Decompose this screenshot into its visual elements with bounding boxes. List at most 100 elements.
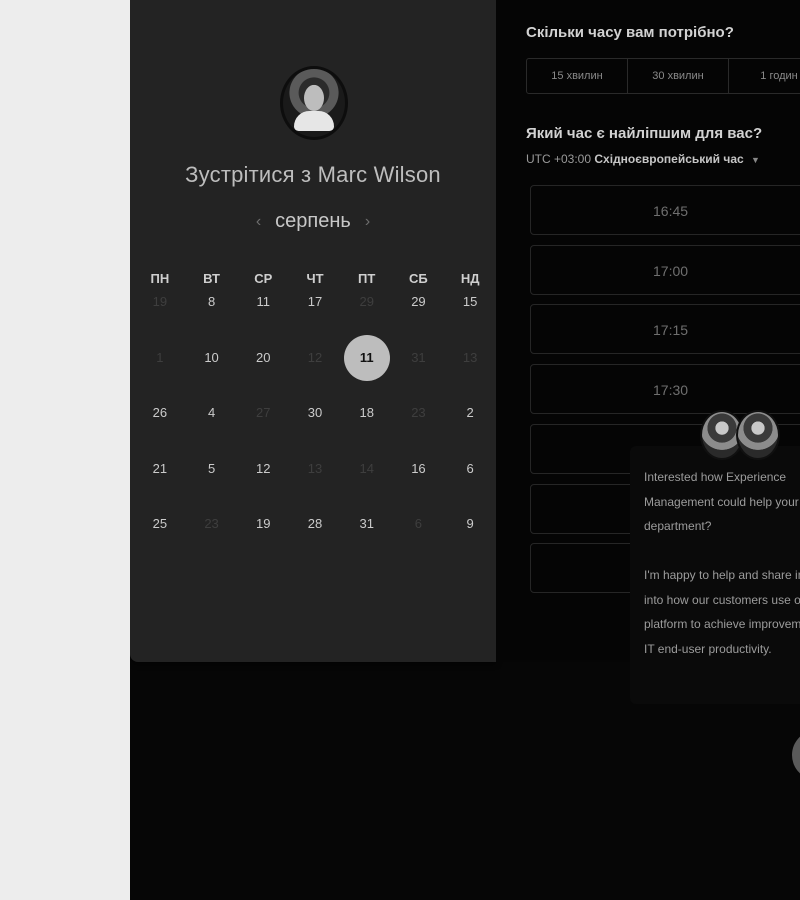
meeting-title: Зустрітися з Marc Wilson — [185, 162, 441, 187]
day-number: 27 — [256, 405, 271, 420]
day-number: 30 — [307, 405, 323, 420]
calendar-day[interactable]: 28 — [289, 514, 341, 534]
calendar-day[interactable]: 8 — [186, 292, 238, 312]
caret-down-icon: ▼ — [751, 155, 760, 165]
calendar-day: 12 — [289, 348, 341, 368]
weekday-label: НД — [460, 271, 480, 286]
day-number: 14 — [359, 461, 374, 476]
duration-tabs: 15 хвилин 30 хвилин 1 годин — [526, 58, 800, 94]
calendar-day[interactable]: 29 — [393, 292, 445, 312]
day-number: 12 — [256, 461, 271, 476]
day-number: 13 — [462, 350, 478, 365]
chat-message: Interested how Experience Management cou… — [644, 465, 800, 661]
time-slot[interactable]: 17:30 — [530, 364, 800, 414]
day-number: 1 — [156, 350, 164, 365]
time-slot[interactable]: 16:45 — [530, 185, 800, 235]
calendar-day[interactable]: 20 — [237, 348, 289, 368]
day-number: 31 — [359, 516, 374, 531]
day-number: 19 — [152, 294, 168, 309]
day-number: 12 — [307, 350, 323, 365]
scheduler-modal: Зустрітися з Marc Wilson ‹ серпень › ПН … — [130, 0, 800, 900]
day-number: 2 — [466, 405, 474, 420]
day-number: 5 — [207, 461, 216, 476]
calendar-day[interactable]: 5 — [186, 459, 238, 479]
day-number: 6 — [414, 516, 423, 531]
calendar-day: 31 — [393, 348, 445, 368]
calendar-day[interactable]: 4 — [186, 403, 238, 423]
duration-option[interactable]: 30 хвилин — [628, 59, 729, 93]
timezone-name: Східноєвропейський час — [594, 152, 744, 166]
calendar-day[interactable]: 9 — [444, 514, 496, 534]
day-number: 11 — [343, 335, 390, 381]
chat-paragraph: I'm happy to help and share insight into… — [644, 568, 800, 656]
day-number: 18 — [359, 405, 374, 420]
weekday-label: ПН — [150, 271, 170, 286]
calendar-day[interactable]: 26 — [134, 403, 186, 423]
calendar-day[interactable]: 6 — [444, 459, 496, 479]
calendar-day[interactable]: 25 — [134, 514, 186, 534]
day-number: 19 — [256, 516, 271, 531]
day-number: 28 — [307, 516, 323, 531]
calendar-week: 19 8 11 17 29 29 15 — [134, 292, 496, 312]
day-number: 25 — [152, 516, 168, 531]
calendar-day: 29 — [341, 292, 393, 312]
calendar-day[interactable]: 17 — [289, 292, 341, 312]
calendar-day[interactable]: 16 — [393, 459, 445, 479]
duration-option[interactable]: 15 хвилин — [527, 59, 628, 93]
day-number: 29 — [411, 294, 426, 309]
day-number: 31 — [411, 350, 426, 365]
time-question: Який час є найліпшим для вас? — [526, 125, 763, 142]
agent-avatar — [736, 410, 780, 460]
avatar-face — [304, 85, 324, 111]
calendar-day[interactable]: 10 — [186, 348, 238, 368]
day-number: 8 — [207, 294, 216, 309]
month-label: серпень — [275, 210, 351, 232]
time-slot[interactable]: 17:00 — [530, 245, 800, 295]
day-number: 6 — [466, 461, 474, 476]
weekday-label: ПТ — [358, 271, 376, 286]
day-number: 26 — [152, 405, 168, 420]
calendar-day[interactable]: 15 — [444, 292, 496, 312]
weekday-header: ПН ВТ СР ЧТ ПТ СБ НД — [134, 271, 496, 286]
weekday-label: СР — [254, 271, 273, 286]
day-number: 9 — [466, 516, 474, 531]
calendar-day: 13 — [444, 348, 496, 368]
host-avatar — [280, 66, 348, 140]
calendar-day[interactable]: 12 — [237, 459, 289, 479]
timezone-selector[interactable]: UTC +03:00 Східноєвропейський час ▼ — [526, 152, 760, 166]
chat-popup[interactable]: Interested how Experience Management cou… — [630, 410, 800, 704]
day-number: 13 — [307, 461, 323, 476]
day-number: 29 — [359, 294, 374, 309]
calendar-day: 14 — [341, 459, 393, 479]
calendar-day: 23 — [186, 514, 238, 534]
day-number: 20 — [256, 350, 271, 365]
weekday-label: СБ — [409, 271, 428, 286]
duration-question: Скільки часу вам потрібно? — [526, 24, 734, 41]
weekday-label: ЧТ — [306, 271, 324, 286]
calendar-day[interactable]: 11 — [237, 292, 289, 312]
calendar-day[interactable]: 31 — [341, 514, 393, 534]
calendar-day[interactable]: 2 — [444, 403, 496, 423]
calendar-day-selected[interactable]: 11 — [341, 335, 393, 381]
day-number: 11 — [256, 294, 271, 309]
day-number: 17 — [307, 294, 323, 309]
day-number: 23 — [411, 405, 426, 420]
calendar-week: 25 23 19 28 31 6 9 — [134, 514, 496, 534]
chat-paragraph: Interested how Experience Management cou… — [644, 470, 799, 533]
prev-month-icon[interactable]: ‹ — [256, 213, 261, 231]
calendar-panel: Зустрітися з Marc Wilson ‹ серпень › ПН … — [130, 0, 496, 662]
calendar-day[interactable]: 18 — [341, 403, 393, 423]
calendar-day[interactable]: 21 — [134, 459, 186, 479]
chat-launcher-button[interactable] — [792, 730, 800, 780]
calendar-day[interactable]: 30 — [289, 403, 341, 423]
weekday-label: ВТ — [203, 271, 220, 286]
calendar-day: 23 — [393, 403, 445, 423]
next-month-icon[interactable]: › — [365, 213, 370, 231]
time-slot[interactable]: 17:15 — [530, 304, 800, 354]
day-number: 23 — [204, 516, 219, 531]
calendar-day: 13 — [289, 459, 341, 479]
calendar-day[interactable]: 19 — [237, 514, 289, 534]
calendar-day: 6 — [393, 514, 445, 534]
duration-option[interactable]: 1 годин — [729, 59, 800, 93]
calendar-day: 19 — [134, 292, 186, 312]
